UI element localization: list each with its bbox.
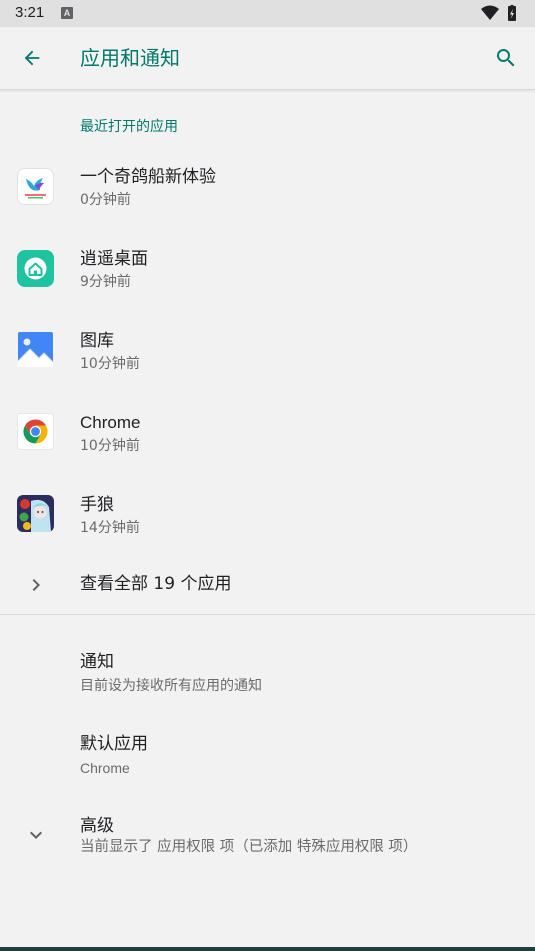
- recent-app-row[interactable]: 手狼 14分钟前: [0, 483, 535, 549]
- app-last-used: 14分钟前: [80, 520, 140, 536]
- app-bar: 应用和通知: [0, 27, 535, 90]
- chrome-icon: [17, 413, 54, 450]
- search-button[interactable]: [487, 39, 525, 77]
- pigeon-app-icon: [17, 168, 54, 205]
- recent-app-row[interactable]: 逍遥桌面 9分钟前: [0, 237, 535, 303]
- app-last-used: 9分钟前: [80, 274, 131, 290]
- game-app-icon: [17, 495, 54, 532]
- see-all-apps-row[interactable]: 查看全部 19 个应用: [0, 558, 535, 610]
- notification-a-icon: A: [61, 7, 73, 19]
- recent-apps-header: 最近打开的应用: [80, 119, 178, 135]
- arrow-back-icon: [24, 50, 40, 66]
- setting-summary: Chrome: [80, 760, 130, 776]
- setting-summary: 当前显示了 应用权限 项（已添加 特殊应用权限 项）: [80, 839, 418, 855]
- chevron-down-icon: [17, 816, 54, 853]
- section-divider: [0, 614, 535, 615]
- app-name: 一个奇鸽船新体验: [80, 167, 216, 187]
- setting-summary: 目前设为接收所有应用的通知: [80, 678, 262, 694]
- status-time: 3:21: [15, 4, 45, 21]
- recent-app-row[interactable]: Chrome 10分钟前: [0, 401, 535, 467]
- gallery-icon: [17, 331, 54, 368]
- navigation-bar-edge: [0, 947, 535, 951]
- back-button[interactable]: [13, 39, 51, 77]
- battery-icon: [508, 5, 516, 21]
- setting-title: 高级: [80, 816, 114, 836]
- status-bar: 3:21 A: [0, 0, 535, 27]
- setting-title: 通知: [80, 652, 114, 672]
- app-name: 图库: [80, 331, 114, 351]
- app-last-used: 0分钟前: [80, 192, 131, 208]
- see-all-apps-label: 查看全部 19 个应用: [80, 574, 232, 594]
- page-title: 应用和通知: [80, 46, 180, 70]
- app-name: 手狼: [80, 495, 114, 515]
- app-last-used: 10分钟前: [80, 356, 140, 372]
- search-icon: [497, 49, 515, 67]
- app-last-used: 10分钟前: [80, 438, 140, 454]
- recent-app-row[interactable]: 一个奇鸽船新体验 0分钟前: [0, 155, 535, 221]
- wifi-icon: [481, 5, 499, 20]
- chevron-right-icon: [17, 566, 54, 603]
- recent-app-row[interactable]: 图库 10分钟前: [0, 319, 535, 385]
- status-icons: [481, 5, 521, 22]
- app-name: 逍遥桌面: [80, 249, 148, 269]
- default-apps-setting[interactable]: 默认应用 Chrome: [0, 722, 535, 788]
- app-name: Chrome: [80, 413, 141, 432]
- setting-title: 默认应用: [80, 734, 148, 754]
- advanced-setting[interactable]: 高级 当前显示了 应用权限 项（已添加 特殊应用权限 项）: [0, 804, 535, 870]
- notifications-setting[interactable]: 通知 目前设为接收所有应用的通知: [0, 640, 535, 706]
- launcher-home-icon: [17, 250, 54, 287]
